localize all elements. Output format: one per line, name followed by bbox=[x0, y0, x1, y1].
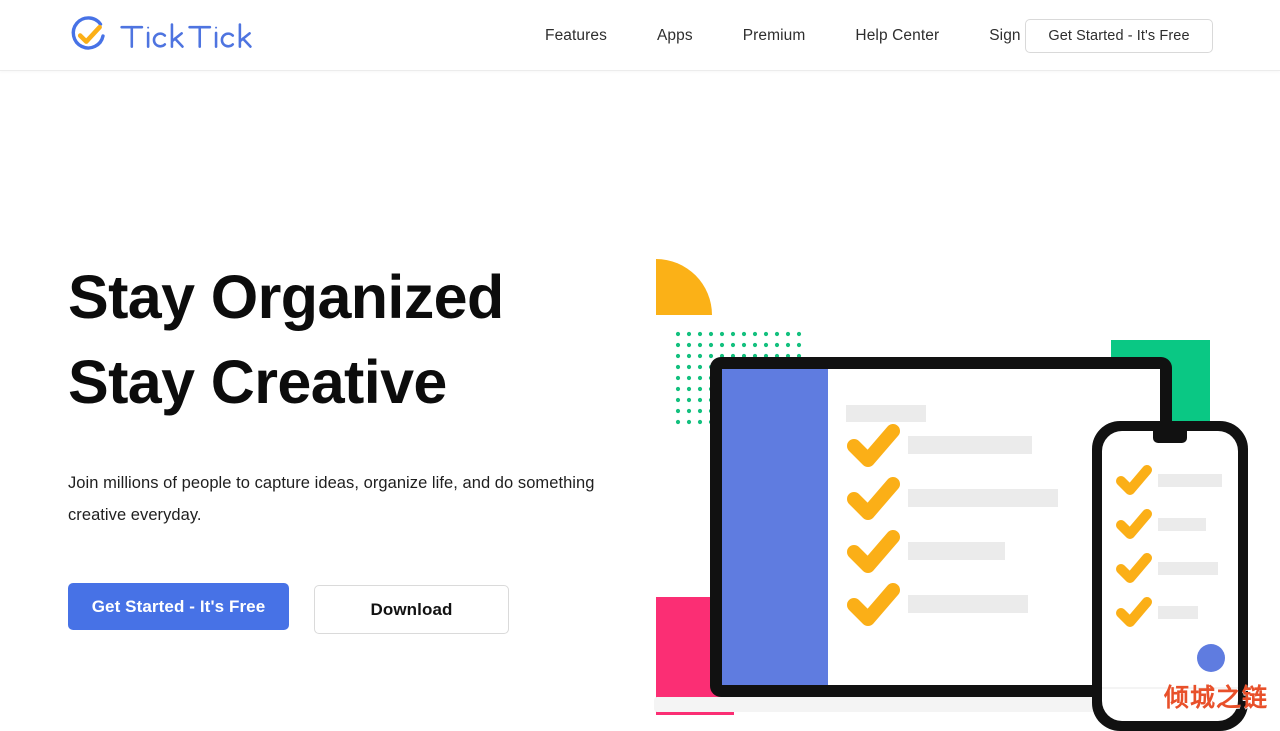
nav-link-help-center[interactable]: Help Center bbox=[830, 0, 964, 71]
phone-add-task-fab[interactable] bbox=[1197, 644, 1225, 672]
laptop-header-placeholder bbox=[846, 405, 926, 422]
task-placeholder-bar bbox=[1158, 606, 1198, 619]
hero-title-line-2: Stay Creative bbox=[68, 348, 447, 416]
nav-link-features[interactable]: Features bbox=[520, 0, 632, 71]
nav-link-apps[interactable]: Apps bbox=[632, 0, 718, 71]
task-placeholder-bar bbox=[1158, 562, 1218, 575]
hero-devices-illustration bbox=[640, 231, 1280, 731]
hero-actions: Get Started - It's Free Download bbox=[68, 583, 668, 634]
nav-link-premium[interactable]: Premium bbox=[718, 0, 831, 71]
ticktick-circle-check-icon bbox=[66, 14, 110, 58]
task-placeholder-bar bbox=[1158, 518, 1206, 531]
task-placeholder-bar bbox=[908, 436, 1032, 454]
task-placeholder-bar bbox=[908, 595, 1028, 613]
page-title: Stay Organized Stay Creative bbox=[68, 255, 668, 425]
hero-subtitle: Join millions of people to capture ideas… bbox=[68, 474, 595, 524]
task-placeholder-bar bbox=[908, 542, 1005, 560]
hero-title-line-1: Stay Organized bbox=[68, 263, 504, 331]
site-header: Features Apps Premium Help Center Sign I… bbox=[0, 0, 1280, 71]
brand-wordmark bbox=[119, 21, 295, 51]
hero-download-button[interactable]: Download bbox=[314, 585, 509, 634]
hero-copy: Stay Organized Stay Creative Join millio… bbox=[68, 255, 668, 634]
phone-notch bbox=[1153, 431, 1187, 443]
brand-logo-link[interactable] bbox=[66, 13, 295, 59]
header-get-started-button[interactable]: Get Started - It's Free bbox=[1025, 19, 1213, 53]
main-navigation: Features Apps Premium Help Center Sign I… bbox=[520, 0, 1063, 71]
task-placeholder-bar bbox=[1158, 474, 1222, 487]
task-placeholder-bar bbox=[908, 489, 1058, 507]
watermark-text: 倾城之链 bbox=[1163, 683, 1268, 712]
laptop-sidebar bbox=[722, 369, 828, 685]
hero-section: Stay Organized Stay Creative Join millio… bbox=[0, 71, 1280, 731]
hero-get-started-button[interactable]: Get Started - It's Free bbox=[68, 583, 289, 630]
decor-quarter-circle-orange bbox=[656, 259, 712, 315]
